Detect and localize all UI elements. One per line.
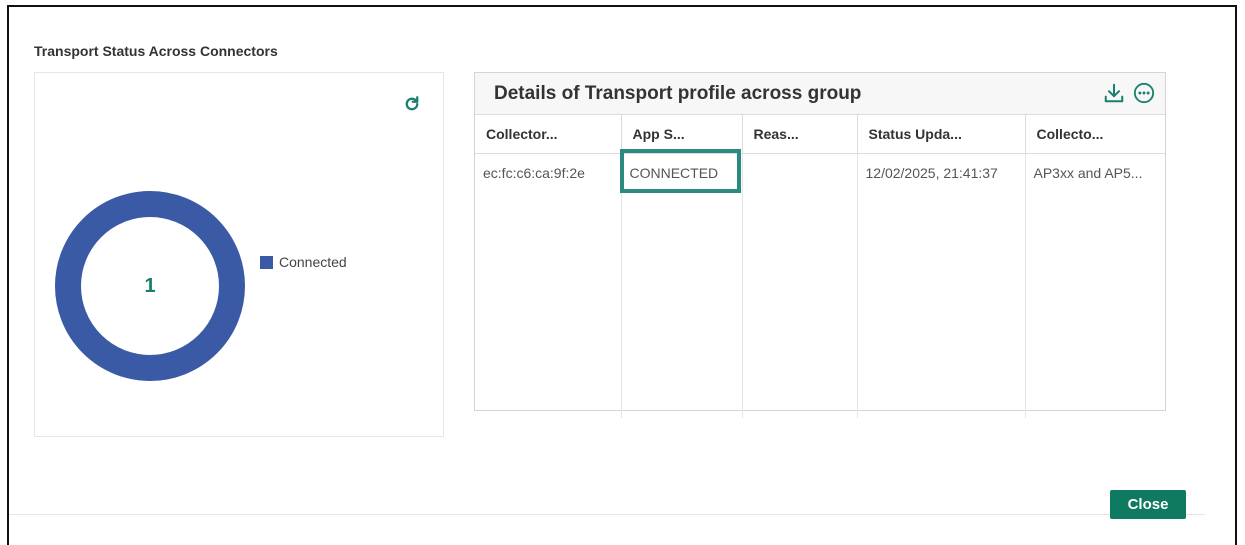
refresh-icon[interactable] [403,95,421,113]
chart-panel: 1 Connected [34,72,444,437]
cell-app-status: CONNECTED [621,153,743,191]
legend-swatch [260,255,273,269]
cell-collector-id: ec:fc:c6:ca:9f:2e [475,153,622,191]
cell-collector-type: AP3xx and AP5... [1033,164,1143,181]
details-header: Details of Transport profile across grou… [475,73,1165,115]
donut-center-value: 1 [144,274,156,297]
column-header-app-status[interactable]: App S... [621,115,743,154]
chart-legend: Connected [260,254,347,270]
table-row[interactable]: ec:fc:c6:ca:9f:2e CONNECTED 12/02/2025, … [475,153,1165,191]
cell-reason [742,153,858,191]
more-options-icon[interactable] [1133,82,1155,104]
column-header-collector-type[interactable]: Collecto... [1025,115,1165,154]
download-icon[interactable] [1103,82,1125,104]
footer-divider [9,514,1205,515]
column-header-collector-id[interactable]: Collector... [475,115,622,154]
details-panel: Details of Transport profile across grou… [474,72,1166,418]
column-header-reason[interactable]: Reas... [742,115,858,154]
cell-status-updated: 12/02/2025, 21:41:37 [857,153,1026,191]
modal-title: Transport Status Across Connectors [34,43,278,59]
table-header-row: Collector... App S... Reas... Status Upd… [475,115,1165,154]
table-filler [475,191,1165,418]
legend-label: Connected [279,254,347,270]
details-title: Details of Transport profile across grou… [494,82,862,104]
close-button[interactable]: Close [1110,490,1186,519]
donut-chart: 1 [55,191,245,381]
column-header-status-updated[interactable]: Status Upda... [857,115,1026,154]
details-table: Collector... App S... Reas... Status Upd… [475,115,1165,418]
